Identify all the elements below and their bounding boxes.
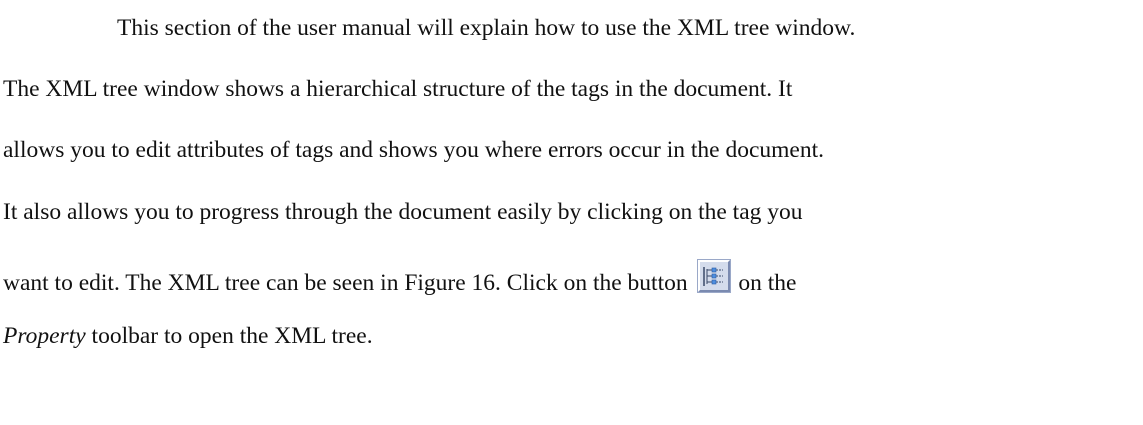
paragraph-line-6: Property toolbar to open the XML tree. <box>3 322 373 350</box>
paragraph-line-5-text-after: on the <box>738 270 797 296</box>
paragraph-line-6-text: toolbar to open the XML tree. <box>85 323 373 349</box>
paragraph-line-4: It also allows you to progress through t… <box>3 199 803 225</box>
paragraph-line-5-text: want to edit. The XML tree can be seen i… <box>3 270 688 296</box>
xml-tree-icon <box>702 267 723 286</box>
paragraph-line-5: want to edit. The XML tree can be seen i… <box>3 260 796 297</box>
paragraph-line-2: The XML tree window shows a hierarchical… <box>3 76 793 102</box>
paragraph-line-3: allows you to edit attributes of tags an… <box>3 137 824 163</box>
paragraph-line-1: This section of the user manual will exp… <box>117 15 856 41</box>
property-toolbar-name: Property <box>3 323 86 349</box>
manual-page: This section of the user manual will exp… <box>0 0 1143 425</box>
xml-tree-button-icon <box>697 260 730 292</box>
